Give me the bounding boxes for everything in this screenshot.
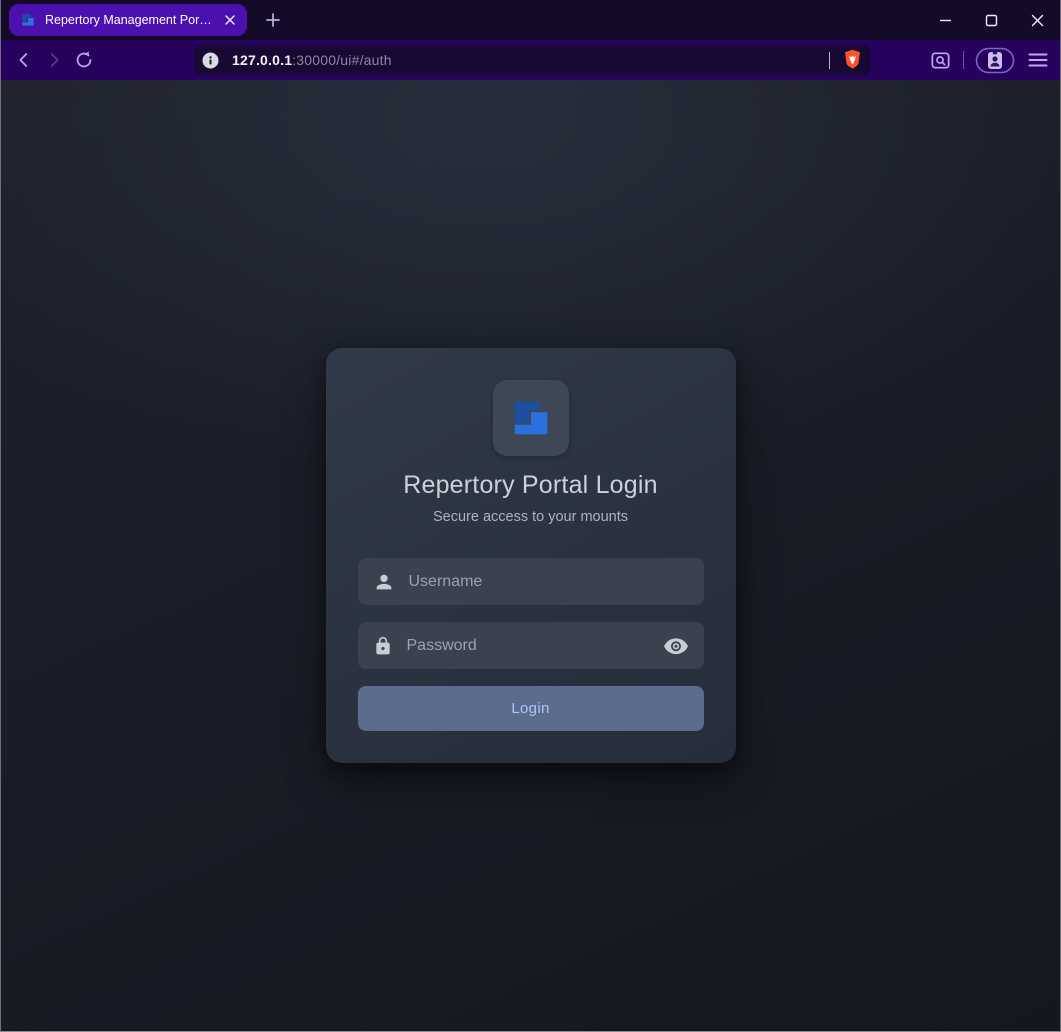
titlebar: Repertory Management Portal <box>1 0 1060 40</box>
sidebar-panel-icon[interactable] <box>929 49 952 72</box>
login-title: Repertory Portal Login <box>403 470 658 500</box>
tab-close-icon[interactable] <box>221 11 239 29</box>
site-info-icon[interactable] <box>202 52 219 69</box>
url-text: 127.0.0.1:30000/ui#/auth <box>232 52 392 68</box>
address-divider <box>829 52 830 69</box>
page-content: Repertory Portal Login Secure access to … <box>1 80 1060 1030</box>
toolbar-right <box>929 40 1050 80</box>
password-input[interactable] <box>407 637 649 655</box>
browser-tab[interactable]: Repertory Management Portal <box>9 4 247 36</box>
minimize-button[interactable] <box>922 0 968 40</box>
reload-button[interactable] <box>71 47 97 73</box>
menu-icon[interactable] <box>1026 48 1050 72</box>
maximize-button[interactable] <box>968 0 1014 40</box>
url-path: :30000/ui#/auth <box>292 52 392 68</box>
favicon-logo-icon <box>20 12 36 28</box>
login-button[interactable]: Login <box>358 686 704 731</box>
lock-icon <box>373 635 393 657</box>
login-card: Repertory Portal Login Secure access to … <box>326 348 736 763</box>
show-password-eye-icon[interactable] <box>663 633 689 659</box>
brave-shield-icon[interactable] <box>843 49 862 71</box>
close-window-button[interactable] <box>1014 0 1060 40</box>
address-bar[interactable]: 127.0.0.1:30000/ui#/auth <box>194 45 871 75</box>
person-icon <box>373 571 395 593</box>
username-field[interactable] <box>358 558 704 605</box>
back-button[interactable] <box>11 47 37 73</box>
username-input[interactable] <box>409 573 689 591</box>
profile-badge-icon[interactable] <box>975 47 1015 74</box>
browser-window: Repertory Management Portal <box>0 0 1061 1032</box>
navigation-bar: 127.0.0.1:30000/ui#/auth <box>1 40 1060 80</box>
login-subtitle: Secure access to your mounts <box>433 508 628 526</box>
forward-button[interactable] <box>41 47 67 73</box>
url-host: 127.0.0.1 <box>232 52 292 68</box>
toolbar-divider <box>963 51 964 69</box>
window-controls <box>922 0 1060 40</box>
new-tab-button[interactable] <box>259 6 287 34</box>
repertory-logo-icon <box>493 380 569 456</box>
tab-title: Repertory Management Portal <box>45 13 212 27</box>
password-field[interactable] <box>358 622 704 669</box>
